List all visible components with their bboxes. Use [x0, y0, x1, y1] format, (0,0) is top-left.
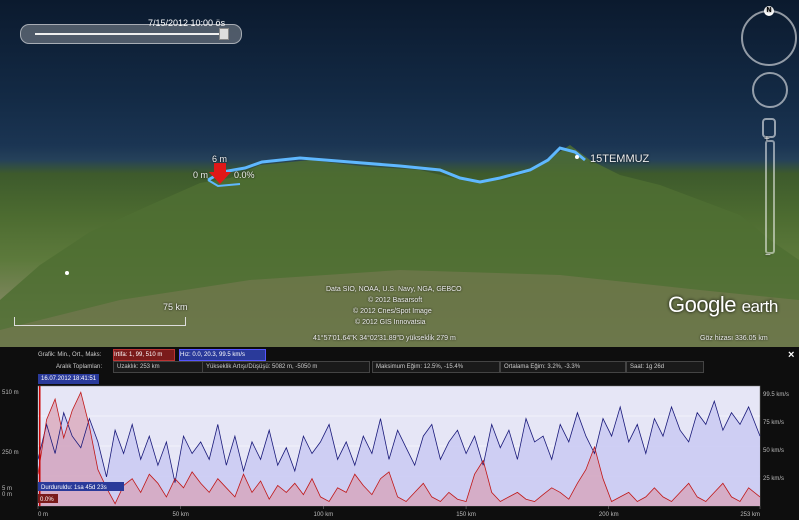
x-tick-label: 253 km [740, 512, 760, 518]
y-left-minor-label: 0 m [2, 492, 12, 498]
y-left-tick-label: 510 m [2, 390, 19, 396]
y-right-tick-label: 99.5 km/s [763, 392, 789, 398]
x-tick-label: 200 km [599, 512, 619, 518]
y-right-tick-label: 25 km/s [763, 476, 784, 482]
x-tick-label: 0 m [38, 512, 48, 518]
elevation-chart[interactable]: 510 m250 m5 m0 m 99.5 km/s75 km/s50 km/s… [0, 0, 799, 520]
cursor-pct-label: 0.0% [40, 497, 54, 503]
y-right-tick-label: 50 km/s [763, 448, 784, 454]
x-tick-label: 150 km [456, 512, 476, 518]
x-tick-label: 50 km [173, 512, 189, 518]
y-left-tick-label: 250 m [2, 450, 19, 456]
x-tick-label: 100 km [314, 512, 334, 518]
y-right-tick-label: 75 km/s [763, 420, 784, 426]
stop-label: Durduruldu: 1sa 45d 23s [41, 485, 107, 491]
